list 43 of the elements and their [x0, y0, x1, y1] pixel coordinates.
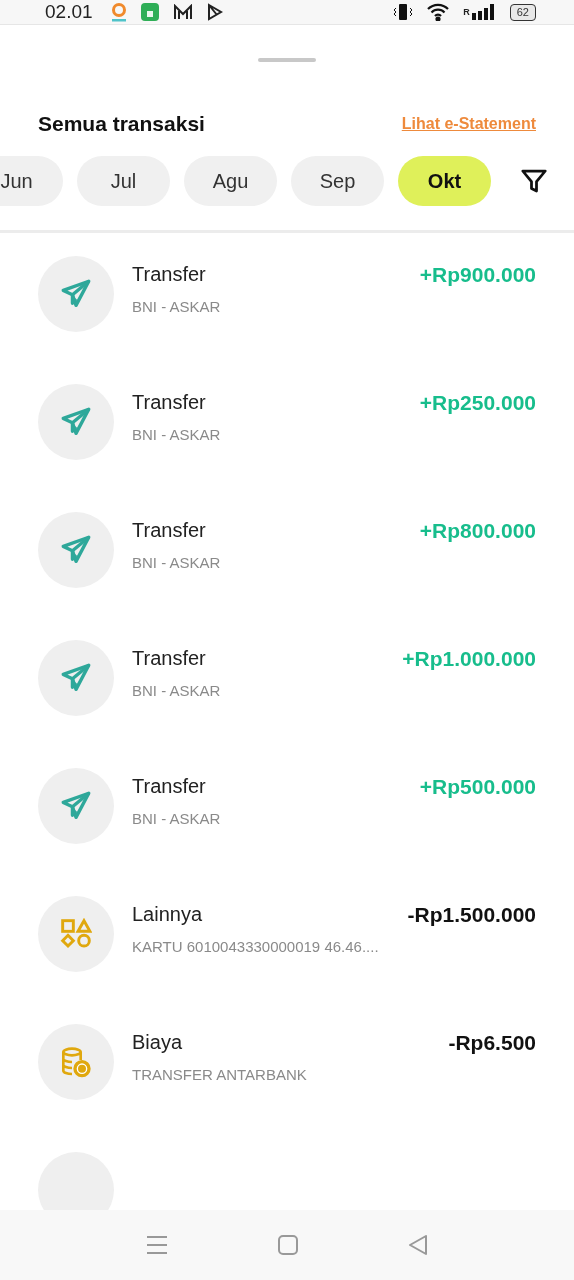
back-icon[interactable] [408, 1235, 428, 1255]
transaction-amount: +Rp250.000 [419, 390, 536, 415]
transaction-amount: -Rp1.500.000 [407, 902, 536, 927]
transaction-amount: -Rp6.500 [448, 1030, 536, 1055]
transaction-title: Lainnya [132, 903, 204, 926]
mail-icon [172, 4, 193, 21]
ring-icon [110, 2, 127, 23]
transaction-title: Transfer [132, 519, 207, 542]
play-icon [206, 3, 223, 22]
page-title: Semua transaksi [38, 112, 205, 136]
menu-icon[interactable] [146, 1235, 168, 1255]
transaction-detail: BNI - ASKAR [132, 810, 222, 827]
month-chip[interactable]: Agu [184, 156, 277, 206]
transaction-amount: +Rp800.000 [419, 518, 536, 543]
transaction-title: Transfer [132, 775, 207, 798]
transaction-title: Transfer [132, 647, 207, 670]
month-chip[interactable]: Sep [291, 156, 384, 206]
vibrate-icon [393, 3, 414, 22]
transaction-title: Biaya [132, 1031, 184, 1054]
month-chip[interactable]: Jul [77, 156, 170, 206]
battery-level: 62 [509, 3, 536, 21]
drag-handle[interactable] [258, 58, 316, 62]
coins-icon [60, 1046, 92, 1078]
transaction-amount: +Rp1.000.000 [402, 646, 536, 671]
transaction-title: Transfer [132, 263, 207, 286]
transaction-amount: +Rp900.000 [419, 262, 536, 287]
transaction-amount: +Rp500.000 [419, 774, 536, 799]
app-icon [140, 3, 159, 22]
transaction-detail: BNI - ASKAR [132, 554, 222, 571]
transaction-detail: BNI - ASKAR [132, 298, 222, 315]
transaction-detail: BNI - ASKAR [132, 426, 222, 443]
home-icon[interactable] [278, 1235, 298, 1255]
signal-icon [471, 4, 496, 21]
transaction-detail: BNI - ASKAR [132, 682, 222, 699]
month-chip[interactable]: Okt [398, 156, 491, 206]
transaction-title: Transfer [132, 391, 207, 414]
transaction-detail: KARTU 6010043330000019 46.46.... [132, 938, 380, 955]
network-type: R [463, 7, 470, 18]
transaction-detail: TRANSFER ANTARBANK [132, 1066, 308, 1083]
status-time: 02.01 [45, 1, 93, 24]
wifi-icon [427, 3, 450, 22]
shapes-icon [60, 918, 92, 950]
month-chip[interactable]: Jun [0, 156, 63, 206]
